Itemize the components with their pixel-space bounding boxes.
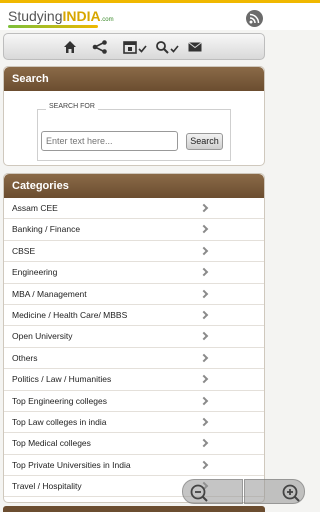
search-legend: SEARCH FOR xyxy=(46,103,98,110)
zoom-out-icon xyxy=(190,484,208,502)
category-item[interactable]: Engineering xyxy=(4,262,264,284)
category-label: Travel / Hospitality xyxy=(12,481,82,492)
chevron-right-icon xyxy=(199,417,209,427)
logo-text-suffix: .com xyxy=(100,17,114,23)
category-item[interactable]: Medicine / Health Care/ MBBS xyxy=(4,304,264,327)
category-label: MBA / Management xyxy=(12,288,87,299)
category-item[interactable]: CBSE xyxy=(4,240,264,263)
category-item[interactable]: Top Law colleges in india xyxy=(4,411,264,434)
search-input[interactable] xyxy=(41,131,178,151)
category-item[interactable]: Others xyxy=(4,347,264,370)
chevron-right-icon xyxy=(199,246,209,256)
mail-icon[interactable] xyxy=(188,38,202,56)
category-item[interactable]: MBA / Management xyxy=(4,283,264,305)
share-icon[interactable] xyxy=(92,38,108,56)
search-panel-title: Search xyxy=(4,67,264,91)
chevron-right-icon xyxy=(199,267,209,277)
chevron-right-icon xyxy=(199,225,209,234)
site-logo[interactable]: StudyingINDIA.com xyxy=(8,8,114,24)
zoom-controls xyxy=(182,479,306,504)
category-label: Politics / Law / Humanities xyxy=(12,374,112,385)
category-label: Assam CEE xyxy=(12,203,58,213)
search-button[interactable]: Search xyxy=(186,133,223,150)
category-label: Top Law colleges in india xyxy=(12,416,107,427)
chevron-right-icon xyxy=(199,460,209,469)
chevron-right-icon xyxy=(199,439,209,448)
home-icon[interactable] xyxy=(63,38,77,56)
zoom-out-button[interactable] xyxy=(182,479,243,504)
search-check-icon[interactable] xyxy=(155,38,181,56)
category-item[interactable]: Top Private Universities in India xyxy=(4,454,264,477)
logo-swoosh xyxy=(8,25,98,28)
category-item[interactable]: Assam CEE xyxy=(4,198,264,220)
zoom-in-button[interactable] xyxy=(244,479,305,504)
categories-list: Assam CEE Banking / Finance CBSE Enginee… xyxy=(4,198,264,498)
zoom-in-icon xyxy=(282,484,300,502)
category-label: CBSE xyxy=(12,245,36,256)
category-item[interactable]: Top Engineering colleges xyxy=(4,390,264,412)
category-label: Banking / Finance xyxy=(12,224,81,235)
search-panel: Search SEARCH FOR Search xyxy=(3,66,265,166)
category-label: Open University xyxy=(12,331,73,342)
category-label: Medicine / Health Care/ MBBS xyxy=(12,309,128,320)
rss-icon[interactable] xyxy=(246,10,263,27)
category-item[interactable]: Top Medical colleges xyxy=(4,433,264,455)
chevron-right-icon xyxy=(199,353,209,362)
chevron-right-icon xyxy=(199,310,209,320)
chevron-right-icon xyxy=(199,332,209,341)
toolbar xyxy=(3,33,265,60)
category-label: Top Engineering colleges xyxy=(12,395,107,406)
category-item[interactable]: Politics / Law / Humanities xyxy=(4,369,264,391)
categories-panel: Categories Assam CEE Banking / Finance C… xyxy=(3,173,265,503)
chevron-right-icon xyxy=(199,374,209,384)
category-label: Top Private Universities in India xyxy=(12,459,131,470)
chevron-right-icon xyxy=(199,203,209,213)
calendar-check-icon[interactable] xyxy=(123,38,149,56)
category-label: Others xyxy=(12,352,38,363)
next-panel-header xyxy=(3,506,265,512)
logo-text-main: Studying xyxy=(8,8,63,24)
top-bar: StudyingINDIA.com xyxy=(0,0,320,30)
categories-panel-title: Categories xyxy=(4,174,264,198)
category-label: Top Medical colleges xyxy=(12,438,91,449)
category-item[interactable]: Open University xyxy=(4,326,264,348)
logo-text-brand: INDIA xyxy=(62,8,101,24)
chevron-right-icon xyxy=(199,289,209,298)
search-fieldset: SEARCH FOR Search xyxy=(37,103,231,161)
category-label: Engineering xyxy=(12,267,58,278)
chevron-right-icon xyxy=(199,396,209,405)
category-item[interactable]: Banking / Finance xyxy=(4,219,264,241)
